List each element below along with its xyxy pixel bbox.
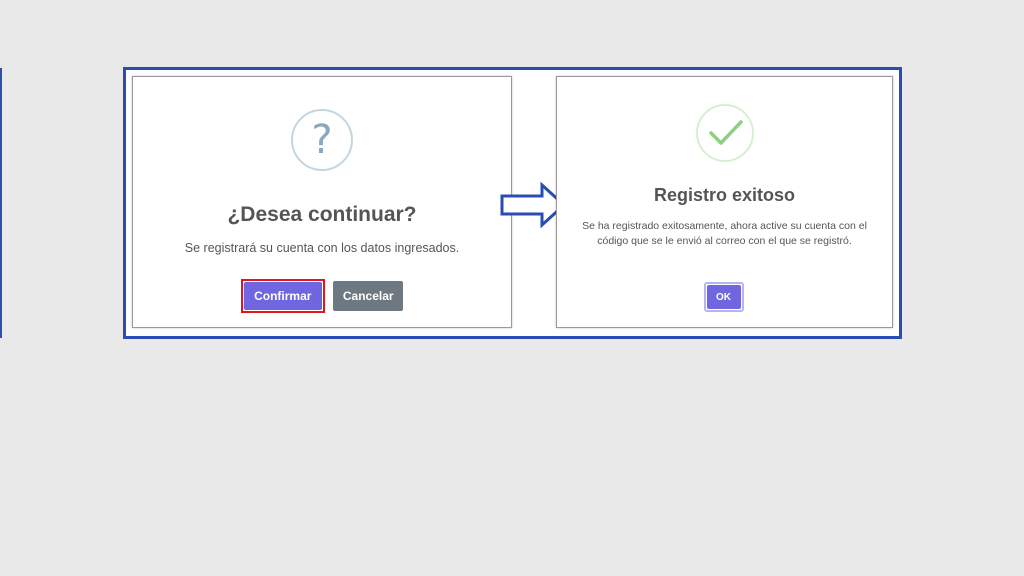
confirm-dialog-message: Se registrará su cuenta con los datos in… bbox=[184, 241, 460, 255]
confirm-button[interactable]: Confirmar bbox=[243, 282, 322, 310]
ok-button-focus-ring: OK bbox=[703, 282, 744, 312]
confirm-button-highlight: Confirmar bbox=[240, 279, 325, 313]
cancel-button[interactable]: Cancelar bbox=[333, 281, 404, 311]
check-icon bbox=[695, 104, 754, 162]
success-dialog-title: Registro exitoso bbox=[653, 185, 796, 205]
confirm-dialog: ? ¿Desea continuar? Se registrará su cue… bbox=[132, 76, 512, 328]
question-glyph: ? bbox=[311, 117, 333, 163]
ok-button[interactable]: OK bbox=[706, 285, 741, 309]
confirm-dialog-title: ¿Desea continuar? bbox=[227, 203, 417, 226]
question-icon: ? bbox=[291, 109, 353, 171]
success-dialog: Registro exitoso Se ha registrado exitos… bbox=[556, 76, 893, 328]
confirm-dialog-actions: Confirmar Cancelar bbox=[133, 279, 511, 313]
illustration-frame: ? ¿Desea continuar? Se registrará su cue… bbox=[123, 67, 902, 339]
success-dialog-message: Se ha registrado exitosamente, ahora act… bbox=[582, 220, 867, 247]
left-edge-line bbox=[0, 68, 2, 338]
